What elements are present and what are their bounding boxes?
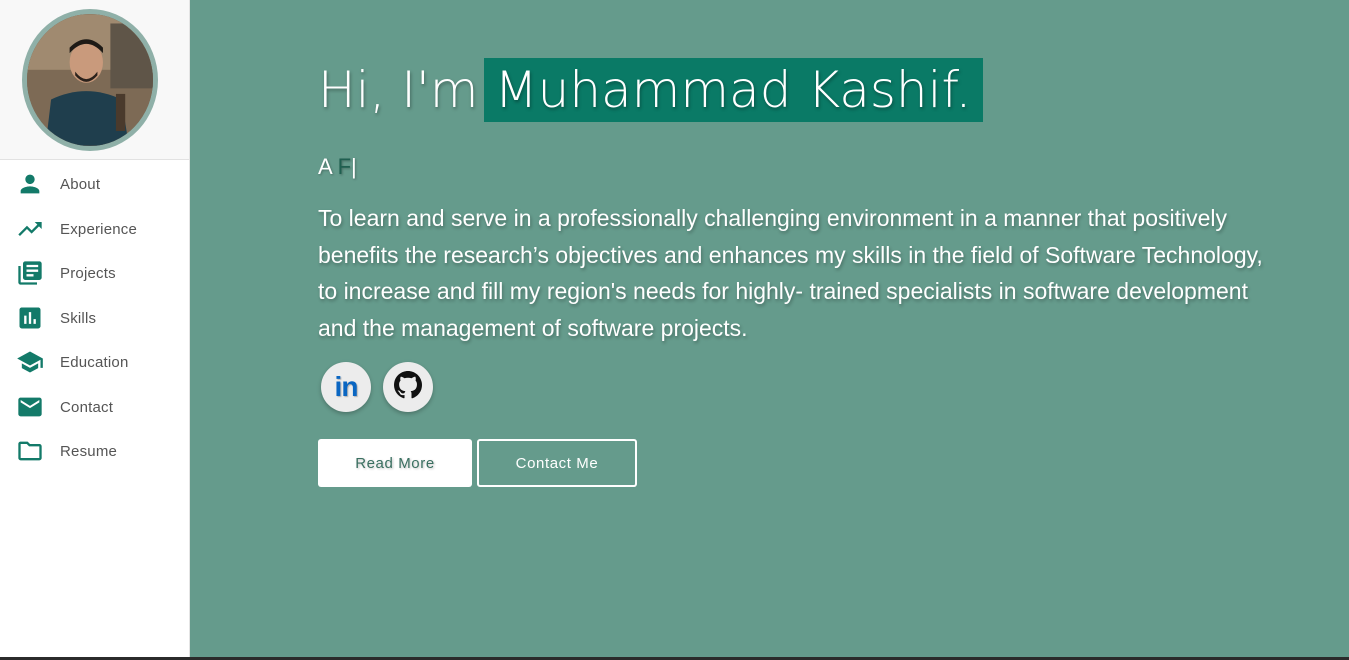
page-title: Hi, I'm Muhammad Kashif. (318, 58, 984, 122)
library-books-icon (16, 259, 44, 287)
sidebar-item-label: Skills (60, 309, 97, 327)
read-more-button[interactable]: Read More (318, 439, 472, 487)
linkedin-link[interactable]: in (321, 362, 371, 412)
sidebar-item-label: Education (60, 353, 129, 371)
person-icon (16, 170, 44, 198)
greeting-text: Hi, I'm (318, 61, 479, 119)
sidebar-item-label: Experience (60, 220, 138, 238)
sidebar-item-contact[interactable]: Contact (0, 387, 189, 427)
typed-prefix: A (318, 154, 332, 179)
sidebar-item-projects[interactable]: Projects (0, 253, 189, 293)
github-icon (394, 370, 422, 404)
social-links: in (321, 362, 433, 412)
trending-up-icon (16, 215, 44, 243)
sidebar-item-education[interactable]: Education (0, 342, 189, 382)
typed-text: F (337, 154, 352, 179)
bar-chart-icon (16, 304, 44, 332)
sidebar-item-experience[interactable]: Experience (0, 209, 189, 249)
objective-text: To learn and serve in a professionally c… (318, 205, 1263, 341)
school-icon (16, 348, 44, 376)
sidebar-item-about[interactable]: About (0, 164, 189, 204)
sidebar-item-resume[interactable]: Resume (0, 431, 189, 471)
name-highlight: Muhammad Kashif. (484, 58, 984, 122)
sidebar-item-skills[interactable]: Skills (0, 298, 189, 338)
sidebar-item-label: Resume (60, 442, 118, 460)
sidebar-item-label: About (60, 175, 101, 193)
mail-icon (16, 393, 44, 421)
hero-section: Hi, I'm Muhammad Kashif. A F| To learn an… (190, 0, 1349, 660)
avatar (22, 9, 158, 151)
linkedin-icon: in (334, 371, 359, 402)
sidebar-item-label: Projects (60, 264, 116, 282)
sidebar-item-label: Contact (60, 398, 114, 416)
profile-area (0, 0, 189, 160)
contact-me-button[interactable]: Contact Me (477, 439, 637, 487)
typing-caret: | (351, 154, 357, 179)
github-link[interactable] (383, 362, 433, 412)
sidebar: About Experience Projects Skills Educati… (0, 0, 190, 660)
typed-role-line: A F| (318, 154, 357, 180)
folder-icon (16, 437, 44, 465)
